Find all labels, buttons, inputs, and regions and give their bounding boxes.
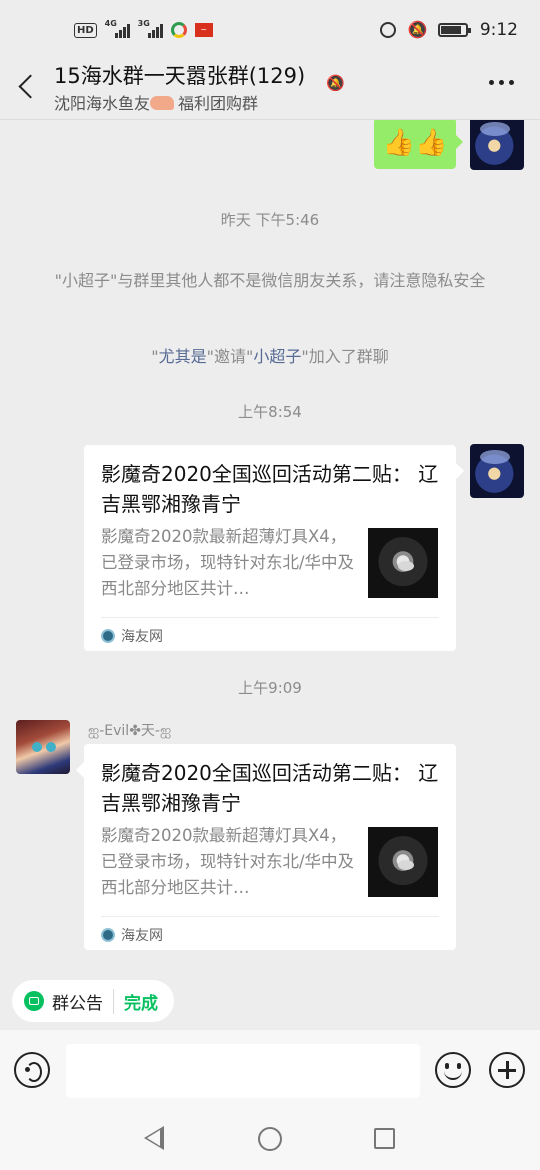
link-card[interactable]: 影魔奇2020全国巡回活动第二贴： 辽吉黑鄂湘豫青宁 影魔奇2020款最新超薄灯… [84,445,464,651]
app-notification-icon [170,22,187,38]
card-thumbnail [368,528,438,598]
signal-3g-icon: 3G [138,19,163,38]
source-name: 海友网 [121,629,163,645]
status-time: 9:12 [479,20,518,40]
signal-4g-icon: 4G [105,19,130,38]
plus-icon[interactable] [489,1052,525,1088]
hd-badge: HD [74,22,97,38]
avatar[interactable] [470,120,524,170]
card-title: 影魔奇2020全国巡回活动第二贴： 辽吉黑鄂湘豫青宁 [101,462,439,516]
subtitle-suffix: 福利团购群 [178,94,259,113]
input-bar [0,1030,540,1114]
chat-title: 15海水群一天嚣张群(129) [54,64,306,88]
chat-messages[interactable]: 👍👍 昨天 下午5:46 "小超子"与群里其他人都不是微信朋友关系，请注意隐私安… [0,120,540,968]
nav-back-icon[interactable] [144,1126,164,1150]
card-thumbnail [368,827,438,897]
card-description: 影魔奇2020款最新超薄灯具X4，已登录市场，现特针对东北/华中及西北部分地区共… [101,826,355,897]
timestamp: 昨天 下午5:46 [220,211,320,229]
group-announcement-chip[interactable]: 群公告 完成 [12,980,174,1022]
message-input[interactable] [66,1044,420,1098]
avatar[interactable] [470,444,524,498]
alarm-icon [379,22,396,38]
status-left: HD 4G 3G ~ [74,19,213,38]
bell-off-icon: 🔕 [326,74,345,92]
shrimp-icon [150,96,175,110]
subtitle-prefix: 沈阳海水鱼友 [54,94,151,113]
my-reaction-bubble[interactable]: 👍👍 [374,120,463,169]
card-source: 海友网 [101,916,439,945]
timestamp: 上午9:09 [238,679,302,697]
done-button[interactable]: 完成 [114,989,158,1014]
invitee-link[interactable]: 小超子 [253,347,301,366]
card-source: 海友网 [101,617,439,646]
mute-icon: 🔕 [407,20,428,39]
voice-icon[interactable] [14,1052,50,1088]
card-title: 影魔奇2020全国巡回活动第二贴： 辽吉黑鄂湘豫青宁 [101,761,439,815]
card-description: 影魔奇2020款最新超薄灯具X4，已登录市场，现特针对东北/华中及西北部分地区共… [101,527,355,598]
battery-icon [437,23,471,37]
nav-home-icon[interactable] [258,1127,282,1151]
chat-subtitle: 沈阳海水鱼友 福利团购群 [54,90,258,114]
source-name: 海友网 [121,928,163,944]
back-arrow-icon[interactable] [16,72,40,100]
system-nav-bar [0,1114,540,1170]
app-notification-flag-icon: ~ [194,23,213,37]
invite-notice: "尤其是"邀请"小超子"加入了群聊 [151,347,389,366]
source-icon [101,629,115,643]
status-bar: HD 4G 3G ~ 🔕 9:12 [0,0,540,64]
announcement-label[interactable]: 群公告 [52,988,114,1014]
avatar[interactable] [16,720,70,774]
nav-recents-icon[interactable] [374,1128,395,1149]
notice-text: 与群里其他人都不是微信朋友关系，请注意隐私安全 [117,271,486,290]
sender-name: ஐ-Evil✤天-ஐ [88,723,172,739]
privacy-notice: "小超子"与群里其他人都不是微信朋友关系，请注意隐私安全 [40,268,500,293]
timestamp: 上午8:54 [238,403,302,421]
more-icon[interactable] [489,80,514,85]
notice-name: "小超子" [54,271,118,290]
emoji-icon[interactable] [435,1052,471,1088]
link-card[interactable]: 影魔奇2020全国巡回活动第二贴： 辽吉黑鄂湘豫青宁 影魔奇2020款最新超薄灯… [76,744,456,950]
chat-header: 15海水群一天嚣张群(129) 沈阳海水鱼友 福利团购群 🔕 [0,56,540,120]
inviter-link[interactable]: 尤其是 [159,347,207,366]
source-icon [101,928,115,942]
status-right: 🔕 9:12 [379,20,518,40]
announcement-icon [24,991,44,1011]
